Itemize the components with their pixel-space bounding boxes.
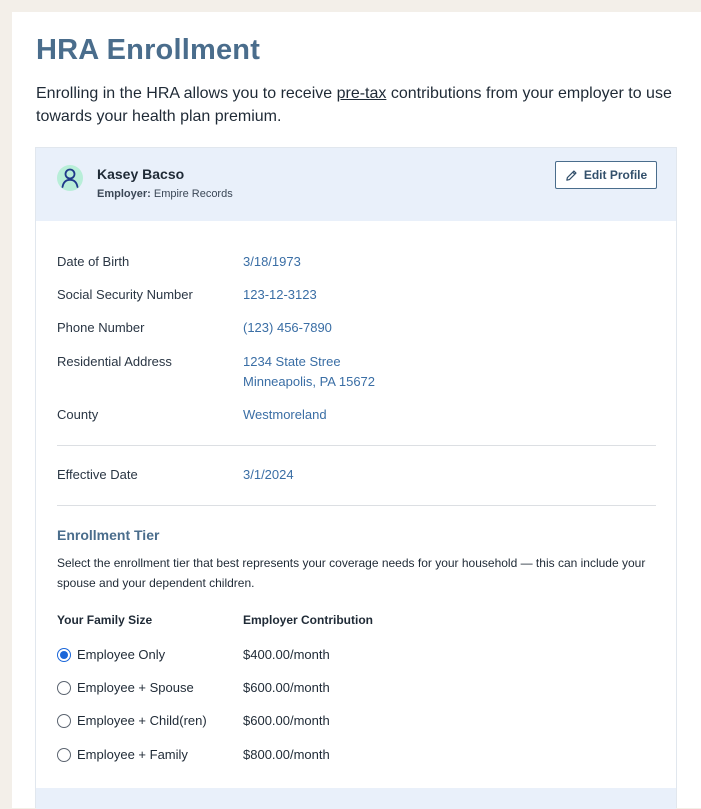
enrollment-tier-title: Enrollment Tier — [57, 527, 160, 543]
effective-date-value: 3/1/2024 — [243, 467, 294, 482]
tier-option-employee-only[interactable]: Employee Only $400.00/month — [57, 645, 657, 665]
tier-radio[interactable] — [57, 748, 71, 762]
tier-label: Employee + Child(ren) — [77, 713, 207, 728]
tier-option-employee-children[interactable]: Employee + Child(ren) $600.00/month — [57, 711, 657, 731]
tier-label: Employee Only — [77, 647, 166, 662]
address-line1: 1234 State Stree — [243, 354, 341, 369]
pre-tax-link[interactable]: pre-tax — [337, 85, 387, 102]
edit-profile-label: Edit Profile — [583, 168, 648, 182]
intro-text-start: Enrolling in the HRA allows you to recei… — [36, 85, 337, 102]
tier-option-employee-spouse[interactable]: Employee + Spouse $600.00/month — [57, 678, 657, 698]
tier-amount: $400.00/month — [243, 647, 330, 662]
address-line2: Minneapolis, PA 15672 — [243, 374, 376, 389]
ssn-value: 123-12-3123 — [243, 287, 317, 302]
card-footer — [36, 788, 676, 809]
phone-label: Phone Number — [57, 320, 145, 335]
page-title: HRA Enrollment — [36, 34, 261, 66]
effective-date-label: Effective Date — [57, 467, 138, 482]
tier-amount: $800.00/month — [243, 747, 330, 762]
profile-name: Kasey Bacso — [97, 166, 185, 182]
page-container: HRA Enrollment Enrolling in the HRA allo… — [12, 12, 701, 809]
tier-label: Employee + Spouse — [77, 680, 194, 695]
tier-label: Employee + Family — [77, 747, 188, 762]
enrollment-tier-description: Select the enrollment tier that best rep… — [57, 556, 646, 590]
employer-value: Empire Records — [153, 188, 233, 200]
dob-label: Date of Birth — [57, 254, 130, 269]
tier-amount: $600.00/month — [243, 680, 330, 695]
divider — [57, 505, 656, 506]
profile-header: Kasey Bacso Employer: Empire Records Edi… — [36, 148, 676, 221]
tier-amount: $600.00/month — [243, 713, 330, 728]
county-value: Westmoreland — [243, 407, 327, 422]
profile-employer: Employer: Empire Records — [97, 188, 233, 200]
edit-profile-button[interactable]: Edit Profile — [555, 161, 657, 189]
dob-value: 3/18/1973 — [243, 254, 301, 269]
address-label: Residential Address — [57, 354, 172, 369]
intro-text: Enrolling in the HRA allows you to recei… — [36, 82, 686, 128]
phone-value: (123) 456-7890 — [243, 320, 332, 335]
county-label: County — [57, 407, 99, 422]
employer-label: Employer: — [97, 188, 151, 200]
ssn-label: Social Security Number — [57, 287, 193, 302]
user-icon-graphic — [61, 168, 79, 188]
tier-radio[interactable] — [57, 714, 71, 728]
family-size-column-header: Your Family Size — [57, 613, 153, 627]
tier-radio[interactable] — [57, 681, 71, 695]
user-icon — [57, 165, 83, 191]
pencil-icon — [566, 169, 577, 181]
divider — [57, 445, 656, 446]
employer-contribution-column-header: Employer Contribution — [243, 613, 373, 627]
tier-option-employee-family[interactable]: Employee + Family $800.00/month — [57, 745, 657, 765]
enrollment-card: Kasey Bacso Employer: Empire Records Edi… — [35, 147, 677, 809]
tier-radio[interactable] — [57, 648, 71, 662]
